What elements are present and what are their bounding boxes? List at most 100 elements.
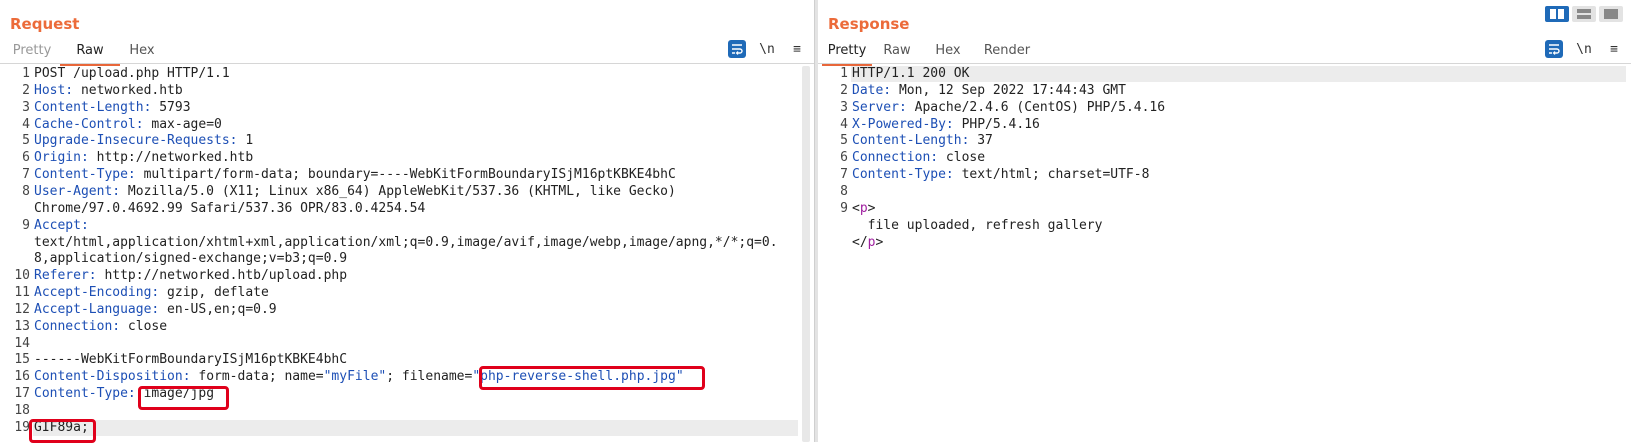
newline-icon[interactable]: \n [758, 40, 776, 58]
header-name: User-Agent: [34, 183, 121, 199]
line-number: 4 [22, 116, 30, 132]
code-text: Mon, 12 Sep 2022 17:44:43 GMT [891, 82, 1126, 98]
code-text: image/jpg [135, 386, 215, 402]
code-text: multipart/form-data; boundary=----WebKit… [135, 167, 676, 183]
code-text: Mozilla/5.0 (X11; Linux x86_64) AppleWeb… [120, 183, 676, 199]
code-line: Origin: http://networked.htb [34, 150, 253, 165]
tab-request-pretty[interactable]: Pretty [4, 40, 60, 64]
code-line: Content-Type: text/html; charset=UTF-8 [852, 167, 1149, 182]
line-number: 17 [14, 386, 30, 402]
code-text: ; filename= [386, 369, 473, 385]
line-number: 14 [14, 335, 30, 351]
line-number: 6 [840, 150, 848, 166]
code-text: networked.htb [73, 82, 183, 98]
single-pane-icon[interactable] [1599, 6, 1623, 22]
code-text: Apache/2.4.6 (CentOS) PHP/5.4.16 [906, 99, 1166, 115]
tab-response-render[interactable]: Render [974, 40, 1040, 64]
tab-response-raw[interactable]: Raw [872, 40, 922, 64]
tab-request-hex[interactable]: Hex [120, 40, 164, 64]
code-text: 37 [969, 133, 993, 149]
code-line: X-Powered-By: PHP/5.4.16 [852, 117, 1040, 132]
code-text: GIF89a; [34, 419, 89, 435]
request-toolbar: \n ≡ [728, 40, 806, 58]
code-line: Content-Length: 37 [852, 133, 993, 148]
header-name: Content-Type: [852, 167, 954, 183]
line-number: 3 [22, 99, 30, 115]
header-name: Accept: [34, 217, 89, 233]
header-name: Connection: [34, 318, 121, 334]
code-text: file uploaded, refresh gallery [852, 217, 1103, 233]
line-number: 18 [14, 403, 30, 418]
code-line: Content-Type: multipart/form-data; bound… [34, 167, 676, 182]
code-line: Server: Apache/2.4.6 (CentOS) PHP/5.4.16 [852, 100, 1165, 115]
line-number: 1 [840, 66, 848, 81]
request-scrollbar[interactable] [802, 66, 810, 442]
word-wrap-icon[interactable] [728, 40, 746, 58]
code-text: 5793 [151, 99, 191, 115]
header-name: X-Powered-By: [852, 116, 954, 132]
code-line: Chrome/97.0.4692.99 Safari/537.36 OPR/83… [34, 201, 425, 216]
split-vertical-icon[interactable] [1545, 6, 1569, 22]
header-name: Accept-Encoding: [34, 285, 160, 301]
response-tabs-divider [818, 63, 1631, 64]
code-text: 1 [237, 133, 254, 149]
code-text: text/html; charset=UTF-8 [953, 167, 1150, 183]
line-number: 9 [22, 217, 30, 233]
code-line: Connection: close [852, 150, 985, 165]
string-value: "myFile" [323, 369, 387, 385]
code-line: text/html,application/xhtml+xml,applicat… [34, 235, 778, 250]
code-text: max-age=0 [143, 116, 222, 132]
line-number: 13 [14, 318, 30, 334]
request-tabs-divider [0, 63, 814, 64]
request-title: Request [10, 15, 80, 33]
line-number: 8 [840, 183, 848, 199]
header-name: Content-Type: [34, 386, 136, 402]
header-name: Referer: [34, 268, 97, 284]
header-name: Server: [852, 99, 907, 115]
header-name: Date: [852, 82, 892, 98]
string-value: "php-reverse-shell.php.jpg" [472, 369, 684, 385]
code-line: GIF89a; [34, 420, 89, 435]
menu-icon[interactable]: ≡ [1605, 40, 1623, 58]
tab-response-hex[interactable]: Hex [922, 40, 974, 64]
response-tabs: Pretty Raw Hex Render [822, 40, 1040, 66]
line-number: 10 [14, 268, 30, 284]
code-text: PHP/5.4.16 [953, 116, 1040, 132]
menu-icon[interactable]: ≡ [788, 40, 806, 58]
code-line: Content-Length: 5793 [34, 100, 191, 115]
word-wrap-icon[interactable] [1545, 40, 1563, 58]
line-number: 2 [840, 82, 848, 98]
line-number: 5 [840, 133, 848, 149]
newline-icon[interactable]: \n [1575, 40, 1593, 58]
header-name: Content-Length: [852, 133, 970, 149]
request-editor[interactable]: 1 POST /upload.php HTTP/1.1 2 Host: network… [0, 66, 814, 442]
code-text: </ [852, 234, 868, 250]
code-text: < [852, 200, 860, 216]
line-number: 11 [14, 285, 30, 301]
split-horizontal-icon[interactable] [1572, 6, 1596, 22]
code-line: </p> [852, 235, 883, 250]
line-number: 4 [840, 116, 848, 132]
line-number: 12 [14, 301, 30, 317]
code-text: 8,application/signed-exchange;v=b3;q=0.9 [34, 251, 348, 267]
line-number: 9 [840, 200, 848, 216]
code-line: 8,application/signed-exchange;v=b3;q=0.9 [34, 251, 347, 266]
header-name: Connection: [852, 150, 939, 166]
header-name: Content-Length: [34, 99, 152, 115]
request-pane: Request Pretty Raw Hex \n ≡ 1 POST /upload.… [0, 0, 814, 443]
line-number: 15 [14, 352, 30, 368]
html-tag: p [859, 200, 868, 216]
request-tabs: Pretty Raw Hex [4, 40, 164, 66]
line-number: 3 [840, 99, 848, 115]
line-number: 5 [22, 133, 30, 149]
code-text: Chrome/97.0.4692.99 Safari/537.36 OPR/83… [34, 200, 426, 216]
code-text: close [120, 318, 168, 334]
response-pane: Response Pretty Raw Hex Render \n ≡ 1 HTTP/1… [818, 0, 1631, 442]
code-text: ------WebKitFormBoundaryISjM16ptKBKE4bhC [34, 352, 348, 368]
response-editor[interactable]: 1 HTTP/1.1 200 OK 2 Date: Mon, 12 Sep 2022 … [818, 66, 1631, 442]
code-text: > [875, 234, 884, 250]
header-name: Content-Disposition: [34, 369, 191, 385]
code-text: text/html,application/xhtml+xml,applicat… [34, 234, 778, 250]
code-line: Content-Type: image/jpg [34, 386, 214, 401]
line-number: 19 [14, 419, 30, 435]
